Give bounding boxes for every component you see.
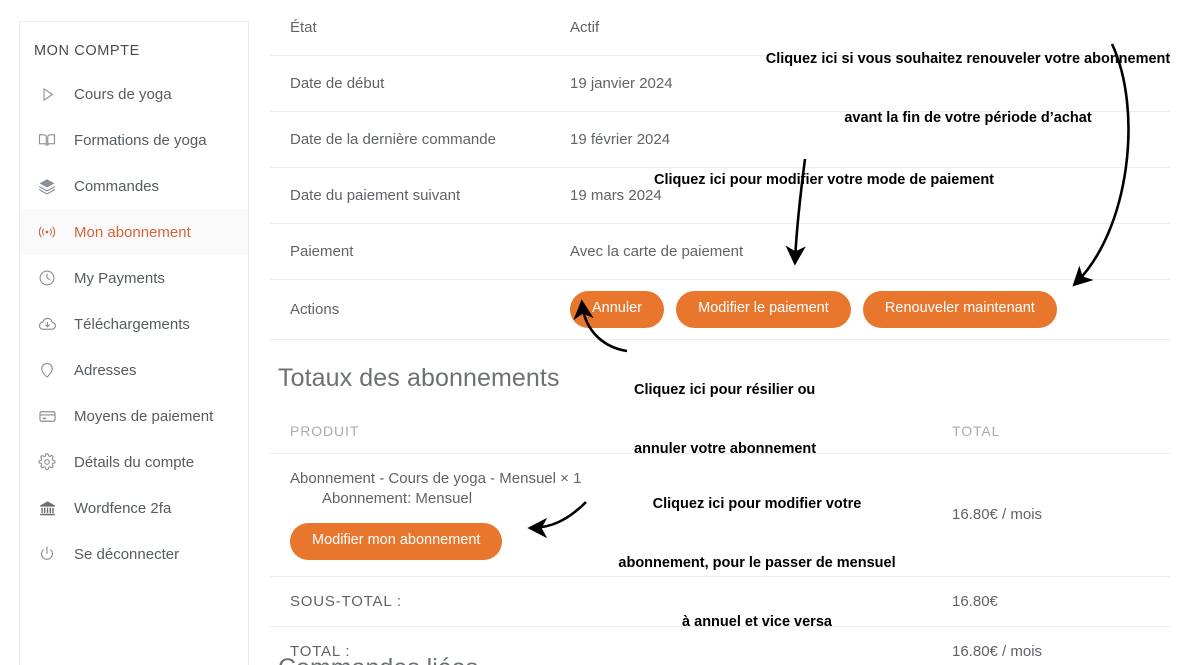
gear-icon	[34, 449, 60, 475]
sidebar-item-label: Téléchargements	[74, 315, 190, 333]
sidebar-item-commandes[interactable]: Commandes	[20, 163, 248, 209]
subscription-totals-table: PRODUIT TOTAL Abonnement - Cours de yoga…	[270, 422, 1170, 665]
table-row: Paiement Avec la carte de paiement	[270, 223, 1170, 280]
table-row-subtotal: SOUS-TOTAL : 16.80€	[270, 576, 1170, 627]
account-sidebar: MON COMPTE Cours de yoga Formations de y…	[19, 21, 249, 665]
cloud-download-icon	[34, 311, 60, 337]
sidebar-title: MON COMPTE	[34, 43, 140, 59]
clock-icon	[34, 265, 60, 291]
next-section-heading: Commandes liées	[278, 654, 478, 665]
bank-icon	[34, 495, 60, 521]
switch-subscription-button[interactable]: Modifier mon abonnement	[290, 522, 503, 560]
table-row: Date du paiement suivant 19 mars 2024	[270, 167, 1170, 224]
detail-label: Date du paiement suivant	[270, 167, 550, 224]
sidebar-item-label: Formations de yoga	[74, 131, 207, 149]
sidebar-item-label: Adresses	[74, 361, 137, 379]
main-content: État Actif Date de début 19 janvier 2024…	[270, 0, 1170, 665]
sidebar-item-se-deconnecter[interactable]: Se déconnecter	[20, 531, 248, 577]
sidebar-item-moyens-de-paiement[interactable]: Moyens de paiement	[20, 393, 248, 439]
credit-card-icon	[34, 403, 60, 429]
detail-label: État	[270, 0, 550, 56]
detail-label: Date de début	[270, 55, 550, 112]
column-header-total: TOTAL	[930, 422, 1170, 454]
detail-value: 19 février 2024	[550, 111, 1170, 168]
change-payment-button[interactable]: Modifier le paiement	[676, 291, 851, 328]
broadcast-icon	[34, 219, 60, 245]
product-variation: Abonnement: Mensuel	[322, 489, 473, 507]
detail-value: 19 janvier 2024	[550, 55, 1170, 112]
sidebar-item-details-du-compte[interactable]: Détails du compte	[20, 439, 248, 485]
subtotal-value: 16.80€	[930, 576, 1170, 627]
actions-cell: Annuler Modifier le paiement Renouveler …	[550, 279, 1170, 340]
subscription-details-table: État Actif Date de début 19 janvier 2024…	[270, 0, 1170, 340]
sidebar-item-formations-de-yoga[interactable]: Formations de yoga	[20, 117, 248, 163]
detail-label: Date de la dernière commande	[270, 111, 550, 168]
sidebar-item-wordfence-2fa[interactable]: Wordfence 2fa	[20, 485, 248, 531]
power-icon	[34, 541, 60, 567]
book-open-icon	[34, 127, 60, 153]
product-name: Abonnement - Cours de yoga - Mensuel × 1	[290, 469, 582, 487]
sidebar-item-adresses[interactable]: Adresses	[20, 347, 248, 393]
sidebar-item-label: Moyens de paiement	[74, 407, 214, 425]
play-triangle-icon	[34, 81, 60, 107]
account-subscription-page: MON COMPTE Cours de yoga Formations de y…	[0, 0, 1200, 665]
subtotal-label: SOUS-TOTAL :	[270, 576, 930, 627]
total-value: 16.80€ / mois	[930, 626, 1170, 665]
product-actions: Modifier mon abonnement	[290, 522, 930, 560]
sidebar-item-label: Se déconnecter	[74, 545, 180, 563]
table-row-actions: Actions Annuler Modifier le paiement Ren…	[270, 279, 1170, 340]
actions-label: Actions	[270, 279, 550, 340]
sidebar-item-label: Wordfence 2fa	[74, 499, 172, 517]
table-row-product: Abonnement - Cours de yoga - Mensuel × 1…	[270, 453, 1170, 577]
layers-icon	[34, 173, 60, 199]
detail-label: Paiement	[270, 223, 550, 280]
column-header-product: PRODUIT	[270, 422, 930, 454]
sidebar-item-label: Mon abonnement	[74, 223, 191, 241]
status-badge: Actif	[550, 0, 1170, 56]
sidebar-item-label: Commandes	[74, 177, 160, 195]
product-total: 16.80€ / mois	[930, 453, 1170, 577]
sidebar-item-label: Détails du compte	[74, 453, 195, 471]
table-row: Date de la dernière commande 19 février …	[270, 111, 1170, 168]
totals-header-row: PRODUIT TOTAL	[270, 422, 1170, 454]
product-cell: Abonnement - Cours de yoga - Mensuel × 1…	[270, 453, 930, 577]
sidebar-item-label: My Payments	[74, 269, 165, 287]
totals-section-title: Totaux des abonnements	[278, 363, 560, 392]
sidebar-nav: Cours de yoga Formations de yoga Command…	[20, 71, 248, 577]
detail-value: Avec la carte de paiement	[550, 223, 1170, 280]
sidebar-item-my-payments[interactable]: My Payments	[20, 255, 248, 301]
sidebar-item-telechargements[interactable]: Téléchargements	[20, 301, 248, 347]
sidebar-item-label: Cours de yoga	[74, 85, 172, 103]
detail-value: 19 mars 2024	[550, 167, 1170, 224]
cancel-subscription-button[interactable]: Annuler	[570, 291, 664, 328]
table-row: État Actif	[270, 0, 1170, 56]
renew-now-button[interactable]: Renouveler maintenant	[862, 291, 1057, 328]
sidebar-item-cours-de-yoga[interactable]: Cours de yoga	[20, 71, 248, 117]
sidebar-item-mon-abonnement[interactable]: Mon abonnement	[20, 209, 248, 255]
table-row: Date de début 19 janvier 2024	[270, 55, 1170, 112]
map-pin-icon	[34, 357, 60, 383]
